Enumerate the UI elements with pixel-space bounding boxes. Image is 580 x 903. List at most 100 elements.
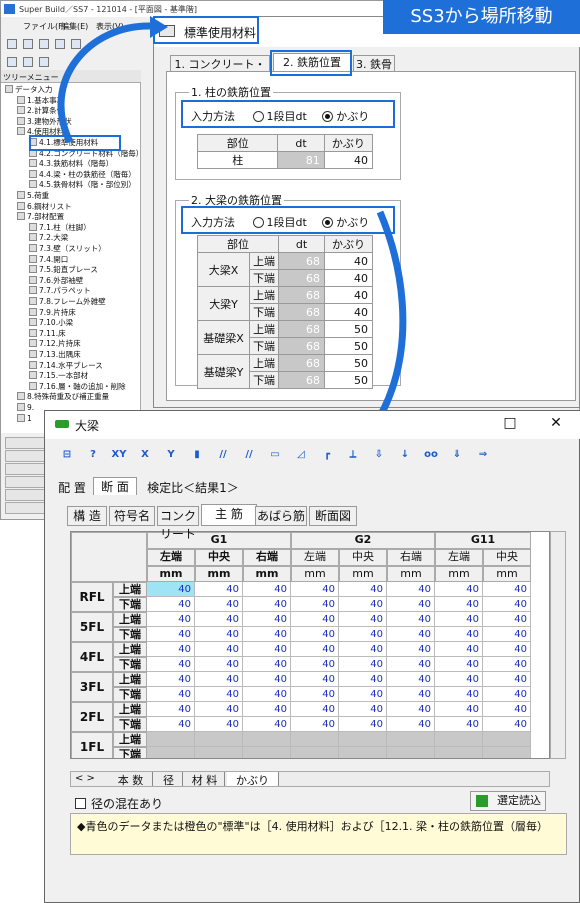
rebar-cell[interactable] bbox=[291, 732, 339, 747]
rebar-cell[interactable]: 40 bbox=[339, 717, 387, 732]
rebar-cell[interactable]: 40 bbox=[291, 717, 339, 732]
rebar-cell[interactable]: 40 bbox=[147, 597, 195, 612]
sub-tab[interactable]: 構 造 bbox=[67, 506, 107, 526]
rebar-cell[interactable]: 40 bbox=[195, 672, 243, 687]
rebar-cell[interactable]: 40 bbox=[339, 702, 387, 717]
rebar-cell[interactable]: 40 bbox=[243, 612, 291, 627]
rebar-cell[interactable] bbox=[387, 747, 435, 758]
rebar-cell[interactable]: 40 bbox=[435, 582, 483, 597]
tool-icon[interactable]: ⟂ bbox=[345, 447, 361, 463]
tool-icon[interactable]: XY bbox=[111, 447, 127, 463]
rebar-cell[interactable]: 40 bbox=[387, 612, 435, 627]
sub-tab[interactable]: あばら筋 bbox=[255, 506, 307, 526]
rebar-cell[interactable]: 40 bbox=[435, 612, 483, 627]
rebar-cell[interactable]: 40 bbox=[435, 687, 483, 702]
rebar-cell[interactable]: 40 bbox=[195, 642, 243, 657]
rebar-cell[interactable]: 40 bbox=[195, 612, 243, 627]
rebar-cell[interactable] bbox=[435, 747, 483, 758]
sub-tab[interactable]: コンクリート bbox=[157, 506, 199, 541]
rebar-cell[interactable]: 40 bbox=[243, 642, 291, 657]
rebar-cell[interactable]: 40 bbox=[243, 702, 291, 717]
bottom-tab[interactable]: かぶり bbox=[227, 772, 279, 787]
rebar-cell[interactable]: 40 bbox=[291, 687, 339, 702]
rebar-cell[interactable]: 40 bbox=[147, 642, 195, 657]
rebar-cell[interactable] bbox=[147, 747, 195, 758]
rebar-cell[interactable] bbox=[435, 732, 483, 747]
rebar-cell[interactable]: 40 bbox=[195, 702, 243, 717]
rebar-cell[interactable]: 40 bbox=[147, 687, 195, 702]
sub-tab[interactable]: 断面図 bbox=[309, 506, 357, 526]
vertical-scrollbar[interactable] bbox=[550, 531, 566, 759]
rebar-cell[interactable]: 40 bbox=[387, 657, 435, 672]
rebar-cell[interactable] bbox=[483, 747, 531, 758]
rebar-cell[interactable] bbox=[339, 732, 387, 747]
rebar-cell[interactable]: 40 bbox=[147, 672, 195, 687]
rebar-cell[interactable]: 40 bbox=[291, 627, 339, 642]
bottom-tab[interactable]: 径 bbox=[155, 772, 183, 787]
rebar-cell[interactable]: 40 bbox=[387, 582, 435, 597]
rebar-cell[interactable] bbox=[243, 747, 291, 758]
tool-icon[interactable]: ↓ bbox=[397, 447, 413, 463]
rebar-cell[interactable]: 40 bbox=[243, 672, 291, 687]
tool-icon[interactable]: Y bbox=[163, 447, 179, 463]
rebar-cell[interactable]: 40 bbox=[435, 717, 483, 732]
rebar-cell[interactable]: 40 bbox=[435, 672, 483, 687]
rebar-cell[interactable]: 40 bbox=[387, 597, 435, 612]
rebar-cell[interactable]: 40 bbox=[291, 612, 339, 627]
rebar-cell[interactable]: 40 bbox=[339, 597, 387, 612]
rebar-cell[interactable] bbox=[195, 747, 243, 758]
rebar-cell[interactable]: 40 bbox=[483, 612, 531, 627]
rebar-cell[interactable] bbox=[387, 732, 435, 747]
rebar-cell[interactable]: 40 bbox=[339, 612, 387, 627]
sub-tab[interactable]: 主 筋 bbox=[201, 504, 257, 526]
nav-arrows[interactable]: < > bbox=[75, 773, 95, 784]
read-selection-button[interactable]: 選定読込 bbox=[470, 791, 546, 811]
rebar-cell[interactable]: 40 bbox=[483, 627, 531, 642]
tool-icon[interactable]: ⇓ bbox=[449, 447, 465, 463]
rebar-cell[interactable]: 40 bbox=[291, 702, 339, 717]
bottom-tab[interactable]: 本 数 bbox=[109, 772, 153, 787]
rebar-cell[interactable]: 40 bbox=[147, 717, 195, 732]
rebar-cell[interactable]: 40 bbox=[483, 642, 531, 657]
rebar-cell[interactable]: 40 bbox=[147, 627, 195, 642]
sub-tab[interactable]: 符号名 bbox=[109, 506, 155, 526]
rebar-cell[interactable]: 40 bbox=[291, 597, 339, 612]
tool-icon[interactable]: // bbox=[215, 447, 231, 463]
rebar-cell[interactable]: 40 bbox=[147, 657, 195, 672]
tool-icon[interactable]: ▮ bbox=[189, 447, 205, 463]
rebar-cell[interactable]: 40 bbox=[339, 627, 387, 642]
rebar-cell[interactable]: 40 bbox=[435, 627, 483, 642]
rebar-cell[interactable]: 40 bbox=[387, 687, 435, 702]
rebar-cell[interactable]: 40 bbox=[195, 717, 243, 732]
rebar-cell[interactable] bbox=[483, 732, 531, 747]
rebar-cell[interactable]: 40 bbox=[483, 702, 531, 717]
tab-placement[interactable]: 配 置 bbox=[55, 479, 89, 497]
rebar-cell[interactable] bbox=[243, 732, 291, 747]
tool-icon[interactable]: ⇩ bbox=[371, 447, 387, 463]
rebar-cell[interactable]: 40 bbox=[387, 672, 435, 687]
rebar-cell[interactable] bbox=[147, 732, 195, 747]
rebar-cell[interactable]: 40 bbox=[483, 717, 531, 732]
rebar-cell[interactable]: 40 bbox=[243, 717, 291, 732]
rebar-cell[interactable]: 40 bbox=[483, 582, 531, 597]
rebar-cell[interactable]: 40 bbox=[243, 582, 291, 597]
close-button[interactable]: ✕ bbox=[541, 415, 571, 431]
rebar-cell[interactable]: 40 bbox=[195, 687, 243, 702]
rebar-cell[interactable] bbox=[291, 747, 339, 758]
tool-icon[interactable]: // bbox=[241, 447, 257, 463]
tool-icon[interactable]: ⊟ bbox=[59, 447, 75, 463]
tool-icon[interactable]: ┏ bbox=[319, 447, 335, 463]
tool-icon[interactable]: ? bbox=[85, 447, 101, 463]
tool-icon[interactable]: ◿ bbox=[293, 447, 309, 463]
rebar-cell[interactable]: 40 bbox=[243, 597, 291, 612]
rebar-cell[interactable]: 40 bbox=[387, 642, 435, 657]
rebar-cell[interactable]: 40 bbox=[291, 642, 339, 657]
rebar-cell[interactable]: 40 bbox=[483, 597, 531, 612]
rebar-cell[interactable]: 40 bbox=[339, 642, 387, 657]
tool-icon[interactable]: ▭ bbox=[267, 447, 283, 463]
rebar-cell[interactable]: 40 bbox=[195, 657, 243, 672]
rebar-cell[interactable]: 40 bbox=[483, 687, 531, 702]
rebar-cell[interactable]: 40 bbox=[339, 657, 387, 672]
rebar-cell[interactable]: 40 bbox=[291, 582, 339, 597]
rebar-cell[interactable]: 40 bbox=[387, 627, 435, 642]
